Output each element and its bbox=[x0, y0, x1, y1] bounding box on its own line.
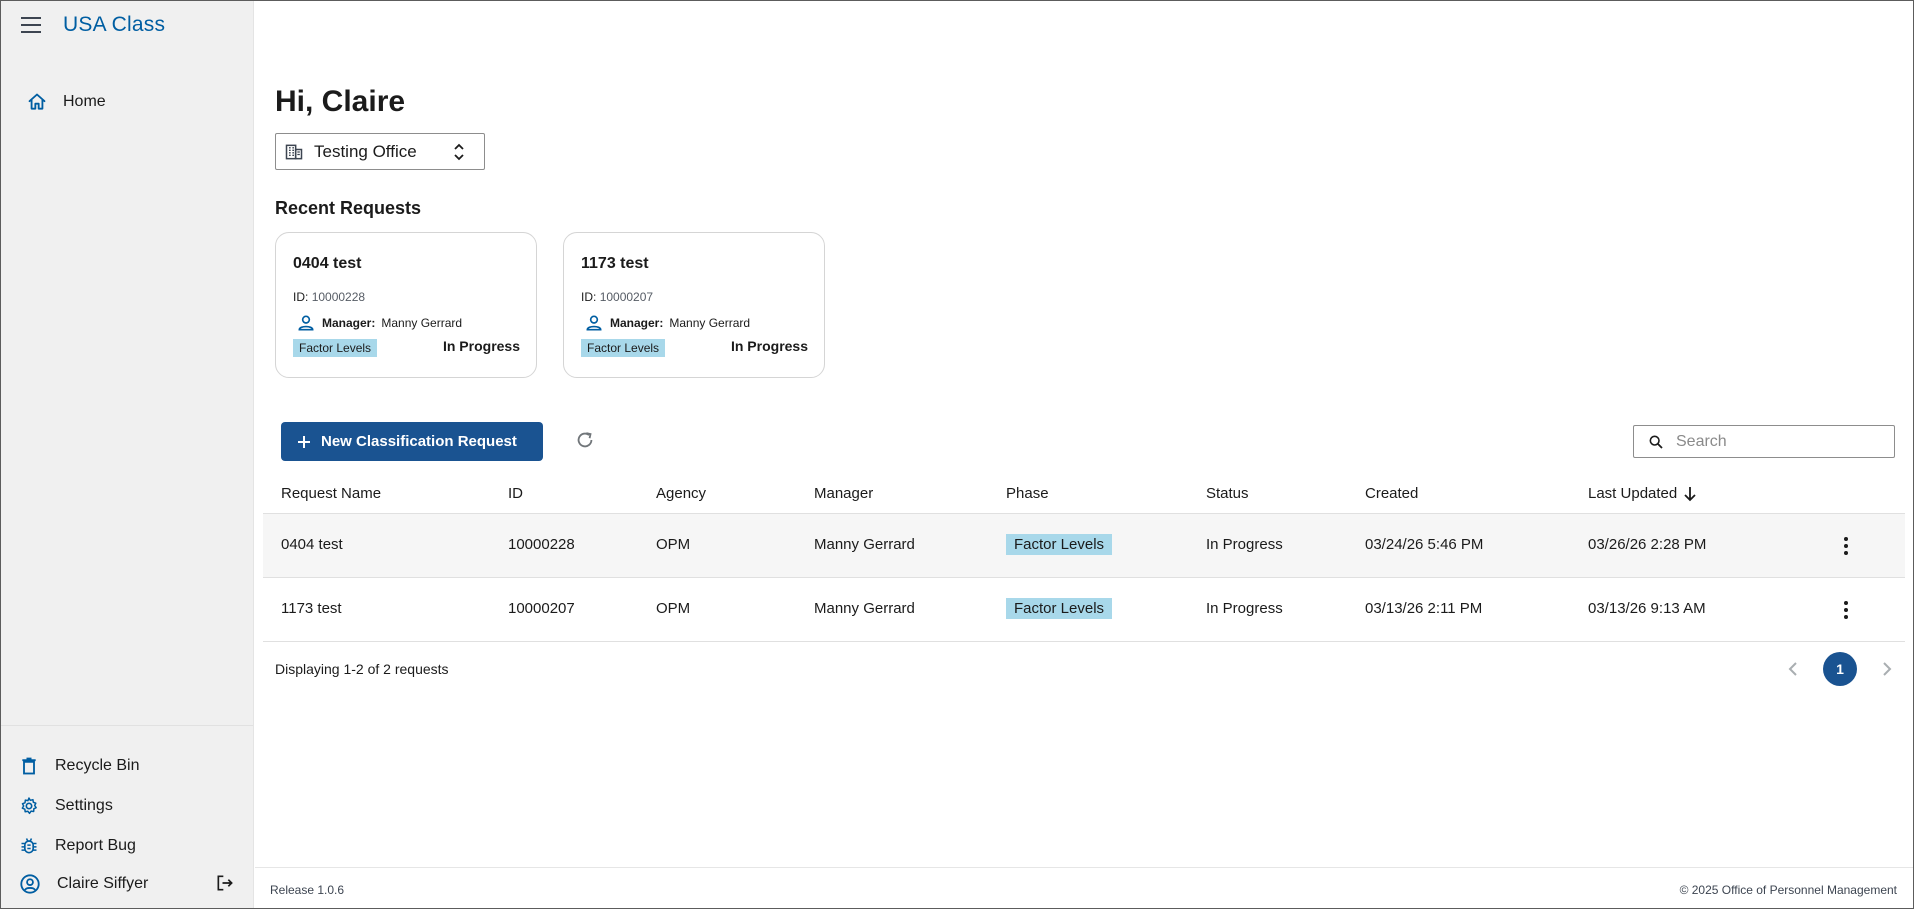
bug-icon bbox=[19, 836, 39, 856]
trash-icon bbox=[19, 756, 39, 776]
office-selector[interactable]: Testing Office bbox=[275, 133, 485, 170]
chevron-left-icon[interactable] bbox=[1785, 659, 1803, 684]
cell-status: In Progress bbox=[1206, 536, 1283, 553]
cell-created: 03/13/26 2:11 PM bbox=[1365, 600, 1483, 617]
column-header-id[interactable]: ID bbox=[508, 485, 523, 502]
column-header-created[interactable]: Created bbox=[1365, 485, 1418, 502]
sidebar-item-home[interactable]: Home bbox=[27, 92, 106, 112]
table-header: Request Name ID Agency Manager Phase Sta… bbox=[263, 474, 1905, 514]
cell-request-name: 1173 test bbox=[281, 600, 342, 617]
unfold-icon bbox=[452, 141, 466, 163]
office-selector-value: Testing Office bbox=[314, 141, 417, 161]
status-text: In Progress bbox=[442, 338, 520, 354]
card-id-value: 10000207 bbox=[599, 290, 654, 304]
pagination-page-button[interactable]: 1 bbox=[1823, 652, 1857, 686]
sidebar-item-label: Settings bbox=[55, 797, 113, 814]
logout-icon[interactable] bbox=[215, 873, 235, 898]
column-header-request-name[interactable]: Request Name bbox=[281, 485, 381, 502]
app-title[interactable]: USA Class bbox=[63, 13, 165, 37]
new-classification-request-button[interactable]: New Classification Request bbox=[281, 422, 543, 461]
card-manager-label: Manager: bbox=[610, 316, 664, 330]
cell-last-updated: 03/13/26 9:13 AM bbox=[1588, 600, 1706, 617]
refresh-icon[interactable] bbox=[574, 429, 596, 456]
table-row[interactable]: 0404 test 10000228 OPM Manny Gerrard Fac… bbox=[263, 514, 1905, 578]
card-manager-name: Manny Gerrard bbox=[381, 316, 463, 330]
phase-tag: Factor Levels bbox=[1006, 534, 1113, 555]
sidebar-item-settings[interactable]: Settings bbox=[19, 796, 249, 816]
footer: Release 1.0.6 © 2025 Office of Personnel… bbox=[255, 867, 1913, 908]
search-box[interactable] bbox=[1633, 425, 1895, 458]
phase-tag: Factor Levels bbox=[293, 339, 378, 357]
more-actions-icon[interactable] bbox=[1836, 536, 1856, 556]
recent-request-card[interactable]: 0404 test ID: 10000228 Manager: Manny Ge… bbox=[275, 232, 537, 378]
cell-id: 10000207 bbox=[508, 600, 575, 617]
brand: USA Class bbox=[19, 13, 165, 37]
gear-icon bbox=[19, 796, 39, 816]
copyright: © 2025 Office of Personnel Management bbox=[1679, 883, 1897, 897]
person-icon bbox=[584, 313, 604, 333]
search-input[interactable] bbox=[1676, 432, 1876, 451]
chevron-right-icon[interactable] bbox=[1877, 659, 1895, 684]
home-icon bbox=[27, 92, 47, 112]
cell-agency: OPM bbox=[656, 536, 691, 553]
card-manager: Manager: Manny Gerrard bbox=[584, 313, 750, 333]
more-actions-icon[interactable] bbox=[1836, 600, 1856, 620]
card-manager: Manager: Manny Gerrard bbox=[296, 313, 462, 333]
cell-manager: Manny Gerrard bbox=[814, 536, 915, 553]
phase-tag: Factor Levels bbox=[1006, 598, 1113, 619]
column-header-manager[interactable]: Manager bbox=[814, 485, 873, 502]
menu-icon[interactable] bbox=[19, 13, 45, 37]
sidebar: USA Class Home Recycle Bin Settings Repo… bbox=[1, 1, 254, 908]
table-row[interactable]: 1173 test 10000207 OPM Manny Gerrard Fac… bbox=[263, 578, 1905, 642]
card-title: 1173 test bbox=[581, 255, 649, 272]
page-title: Hi, Claire bbox=[275, 85, 406, 118]
card-manager-name: Manny Gerrard bbox=[669, 316, 751, 330]
card-id-label: ID: bbox=[293, 290, 309, 304]
recent-request-card[interactable]: 1173 test ID: 10000207 Manager: Manny Ge… bbox=[563, 232, 825, 378]
app-window: USA Class Home Recycle Bin Settings Repo… bbox=[0, 0, 1914, 909]
sidebar-item-label: Report Bug bbox=[55, 837, 136, 854]
sidebar-item-label: Recycle Bin bbox=[55, 757, 140, 774]
sort-descending-icon bbox=[1683, 486, 1697, 502]
cell-status: In Progress bbox=[1206, 600, 1283, 617]
card-id-label: ID: bbox=[581, 290, 597, 304]
phase-tag: Factor Levels bbox=[581, 339, 666, 357]
status-text: In Progress bbox=[730, 338, 808, 354]
card-id: ID: 10000228 bbox=[293, 290, 365, 304]
cell-last-updated: 03/26/26 2:28 PM bbox=[1588, 536, 1707, 553]
person-icon bbox=[296, 313, 316, 333]
plus-icon bbox=[297, 435, 311, 449]
requests-table: Request Name ID Agency Manager Phase Sta… bbox=[263, 474, 1905, 642]
cell-manager: Manny Gerrard bbox=[814, 600, 915, 617]
card-title: 0404 test bbox=[293, 255, 362, 272]
recent-requests-heading: Recent Requests bbox=[275, 198, 422, 218]
cell-agency: OPM bbox=[656, 600, 691, 617]
sidebar-item-label: Home bbox=[63, 93, 106, 110]
card-id: ID: 10000207 bbox=[581, 290, 653, 304]
user-name: Claire Siffyer bbox=[57, 875, 149, 892]
column-header-status[interactable]: Status bbox=[1206, 485, 1249, 502]
column-header-phase[interactable]: Phase bbox=[1006, 485, 1049, 502]
sidebar-item-recycle-bin[interactable]: Recycle Bin bbox=[19, 756, 249, 776]
cell-created: 03/24/26 5:46 PM bbox=[1365, 536, 1484, 553]
sidebar-divider bbox=[1, 725, 253, 726]
card-id-value: 10000228 bbox=[311, 290, 366, 304]
search-icon bbox=[1648, 434, 1664, 450]
cell-request-name: 0404 test bbox=[281, 536, 343, 553]
card-manager-label: Manager: bbox=[322, 316, 376, 330]
pagination-summary: Displaying 1-2 of 2 requests bbox=[275, 661, 449, 677]
user-circle-icon bbox=[19, 873, 41, 895]
release-version: Release 1.0.6 bbox=[270, 883, 345, 897]
column-header-label: Last Updated bbox=[1588, 485, 1678, 502]
new-button-label: New Classification Request bbox=[321, 433, 517, 450]
sidebar-item-report-bug[interactable]: Report Bug bbox=[19, 836, 249, 856]
column-header-last-updated[interactable]: Last Updated bbox=[1588, 485, 1697, 502]
building-icon bbox=[284, 142, 304, 162]
column-header-agency[interactable]: Agency bbox=[656, 485, 706, 502]
cell-id: 10000228 bbox=[508, 536, 575, 553]
main-content: Hi, Claire Testing Office Recent Request… bbox=[255, 1, 1913, 867]
